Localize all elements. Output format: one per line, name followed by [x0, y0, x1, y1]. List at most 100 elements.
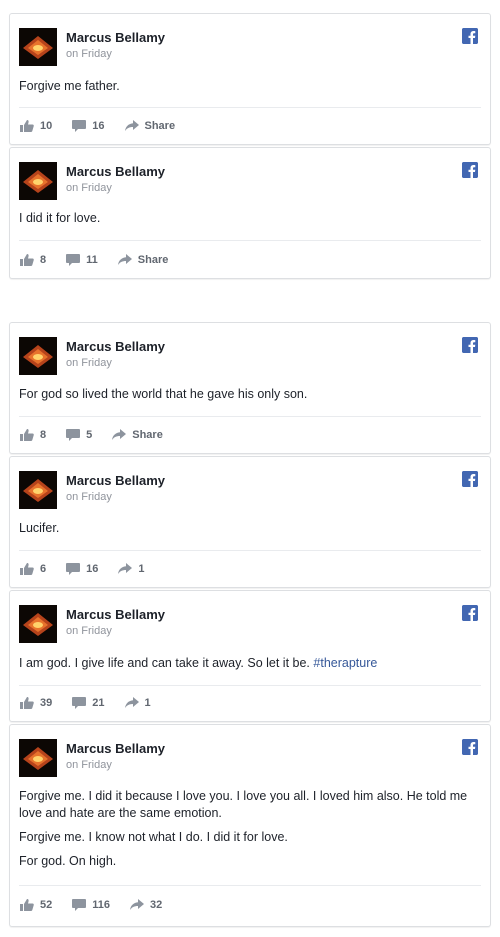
like-icon	[20, 120, 34, 132]
share-label: 32	[150, 899, 163, 911]
share-icon	[118, 563, 133, 574]
like-button[interactable]: 6	[20, 563, 46, 575]
comment-count: 21	[92, 697, 105, 709]
post-time[interactable]: on Friday	[66, 48, 112, 60]
share-button[interactable]: 1	[118, 563, 145, 575]
comment-count: 16	[86, 563, 99, 575]
post-paragraph: Lucifer.	[19, 521, 60, 535]
post-time[interactable]: on Friday	[66, 491, 112, 503]
post-paragraph: Forgive me. I know not what I do. I did …	[19, 830, 288, 844]
divider	[19, 885, 481, 886]
post-time[interactable]: on Friday	[66, 625, 112, 637]
share-label: Share	[132, 429, 163, 441]
author-name[interactable]: Marcus Bellamy	[66, 30, 165, 45]
like-count: 8	[40, 254, 47, 266]
facebook-icon[interactable]	[462, 28, 478, 44]
post-paragraph-text: I am god. I give life and can take it aw…	[19, 656, 310, 670]
divider	[19, 416, 481, 417]
like-button[interactable]: 10	[20, 120, 52, 132]
post-actions: 52 116 32	[20, 899, 182, 911]
comment-count: 116	[92, 899, 110, 911]
post-card: Marcus Bellamy on Friday Forgive me fath…	[9, 13, 491, 145]
like-icon	[20, 899, 34, 911]
author-name[interactable]: Marcus Bellamy	[66, 473, 165, 488]
hashtag-link[interactable]: #therapture	[313, 656, 377, 670]
post-actions: 10 16 Share	[20, 120, 195, 132]
post-time[interactable]: on Friday	[66, 759, 112, 771]
share-icon	[117, 254, 132, 265]
share-label: 1	[144, 697, 151, 709]
comment-button[interactable]: 16	[72, 120, 105, 132]
like-count: 52	[40, 899, 53, 911]
post-text: Forgive me. I did it because I love you.…	[19, 788, 478, 877]
avatar[interactable]	[19, 605, 57, 643]
comment-count: 16	[92, 120, 105, 132]
author-name[interactable]: Marcus Bellamy	[66, 339, 165, 354]
share-icon	[124, 120, 139, 131]
facebook-icon[interactable]	[462, 739, 478, 755]
comment-button[interactable]: 11	[66, 254, 98, 266]
comment-button[interactable]: 5	[66, 429, 92, 441]
post-card: Marcus Bellamy on Friday For god so live…	[9, 322, 491, 454]
author-name[interactable]: Marcus Bellamy	[66, 164, 165, 179]
facebook-icon[interactable]	[462, 337, 478, 353]
share-button[interactable]: Share	[112, 429, 163, 441]
post-paragraph: I am god. I give life and can take it aw…	[19, 655, 478, 672]
post-paragraph: I did it for love.	[19, 211, 101, 225]
facebook-icon[interactable]	[462, 471, 478, 487]
like-icon	[20, 429, 34, 441]
comment-icon	[72, 697, 87, 709]
facebook-icon[interactable]	[462, 605, 478, 621]
comment-icon	[72, 899, 87, 911]
avatar[interactable]	[19, 471, 57, 509]
comment-button[interactable]: 21	[72, 697, 105, 709]
post-paragraph: For god. On high.	[19, 854, 117, 868]
like-button[interactable]: 8	[20, 254, 46, 266]
divider	[19, 550, 481, 551]
share-icon	[112, 429, 127, 440]
post-card: Marcus Bellamy on Friday Forgive me. I d…	[9, 724, 491, 927]
post-actions: 8 5 Share	[20, 429, 183, 441]
post-text: Forgive me father.	[19, 78, 478, 102]
comment-icon	[72, 120, 87, 132]
avatar[interactable]	[19, 337, 57, 375]
post-actions: 6 16 1	[20, 563, 165, 575]
author-name[interactable]: Marcus Bellamy	[66, 741, 165, 756]
comment-count: 5	[86, 429, 93, 441]
divider	[19, 685, 481, 686]
post-card: Marcus Bellamy on Friday Lucifer. 6 16 1	[9, 456, 491, 588]
share-button[interactable]: Share	[124, 120, 176, 132]
share-label: Share	[144, 120, 176, 132]
post-paragraph: Forgive me father.	[19, 79, 120, 93]
post-text: I am god. I give life and can take it aw…	[19, 655, 478, 679]
author-name[interactable]: Marcus Bellamy	[66, 607, 165, 622]
comment-icon	[66, 254, 81, 266]
like-button[interactable]: 8	[20, 429, 46, 441]
share-icon	[124, 697, 139, 708]
like-count: 39	[40, 697, 53, 709]
avatar[interactable]	[19, 162, 57, 200]
post-time[interactable]: on Friday	[66, 182, 112, 194]
avatar[interactable]	[19, 28, 57, 66]
comment-button[interactable]: 16	[66, 563, 98, 575]
post-paragraph: For god so lived the world that he gave …	[19, 387, 308, 401]
comment-count: 11	[86, 254, 98, 266]
like-count: 8	[40, 429, 47, 441]
avatar[interactable]	[19, 739, 57, 777]
post-time[interactable]: on Friday	[66, 357, 112, 369]
share-icon	[130, 899, 144, 910]
share-button[interactable]: Share	[117, 254, 169, 266]
like-button[interactable]: 52	[20, 899, 52, 911]
like-button[interactable]: 39	[20, 697, 52, 709]
facebook-icon[interactable]	[462, 162, 478, 178]
share-label: Share	[137, 254, 169, 266]
post-actions: 39 21 1	[20, 697, 171, 709]
post-card: Marcus Bellamy on Friday I did it for lo…	[9, 147, 491, 279]
share-button[interactable]: 32	[130, 899, 162, 911]
share-button[interactable]: 1	[124, 697, 151, 709]
post-paragraph: Forgive me. I did it because I love you.…	[19, 789, 468, 820]
post-text: For god so lived the world that he gave …	[19, 386, 478, 410]
comment-icon	[66, 563, 81, 575]
like-icon	[20, 254, 34, 266]
comment-button[interactable]: 116	[72, 899, 110, 911]
